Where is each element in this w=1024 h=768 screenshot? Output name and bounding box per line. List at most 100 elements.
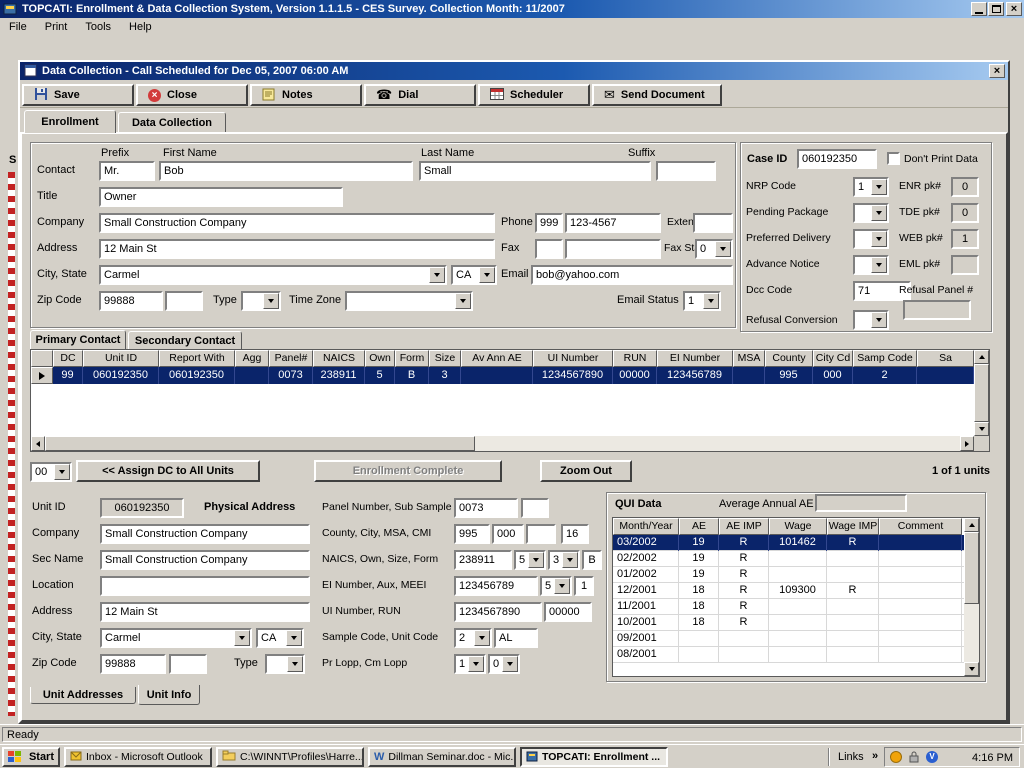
tab-unit-addresses[interactable]: Unit Addresses [30,687,136,704]
taskbar-button-word[interactable]: W Dillman Seminar.doc - Mic... [368,747,516,767]
qui-row[interactable]: 03/200219R101462R [613,535,964,551]
location-input[interactable] [100,576,310,596]
grid-col-dc[interactable]: DC [53,350,83,367]
dropdown-arrow-icon[interactable] [468,656,484,672]
dropdown-arrow-icon[interactable] [455,293,471,309]
send-document-button[interactable]: ✉ Send Document [592,84,722,106]
grid-col-ei-number[interactable]: EI Number [657,350,733,367]
qui-row[interactable]: 11/200118R [613,599,964,615]
grid-col-unit-id[interactable]: Unit ID [83,350,159,367]
tab-secondary-contact[interactable]: Secondary Contact [128,331,242,349]
unit-state-combo[interactable]: CA [256,628,304,648]
grid-col-sa[interactable]: Sa [917,350,974,367]
title-input[interactable] [99,187,343,207]
grid-row[interactable]: 99 060192350 060192350 0073 238911 5 B 3… [31,367,974,384]
zoom-out-button[interactable]: Zoom Out [540,460,632,482]
unit-company-input[interactable] [100,524,310,544]
own-combo[interactable]: 5 [514,550,546,570]
start-button[interactable]: Start [2,747,60,767]
grid-col-ui-number[interactable]: UI Number [533,350,613,367]
state-combo[interactable]: CA [451,265,497,285]
row-selector-arrow-icon[interactable] [31,367,53,384]
advance-notice-combo[interactable] [853,255,889,275]
qui-row[interactable]: 10/200118R [613,615,964,631]
grid-col-agg[interactable]: Agg [235,350,269,367]
cmi-input[interactable] [561,524,589,544]
preferred-delivery-combo[interactable] [853,229,889,249]
sub-sample-input[interactable] [521,498,549,518]
grid-col-size[interactable]: Size [429,350,461,367]
qui-row[interactable]: 12/200118R109300R [613,583,964,599]
grid-col-samp-code[interactable]: Samp Code [853,350,917,367]
grid-col-form[interactable]: Form [395,350,429,367]
qui-col-wage[interactable]: Wage [769,518,827,535]
dial-button[interactable]: ☎ Dial [364,84,476,106]
tab-primary-contact[interactable]: Primary Contact [30,330,126,349]
dropdown-arrow-icon[interactable] [234,630,250,646]
minimize-icon[interactable] [971,2,987,16]
time-zone-combo[interactable] [345,291,473,311]
app-titlebar[interactable]: TOPCATI: Enrollment & Data Collection Sy… [0,0,1024,18]
unit-code-input[interactable] [494,628,538,648]
size-combo[interactable]: 3 [548,550,580,570]
unit-zip-input[interactable] [100,654,166,674]
scroll-left-icon[interactable] [31,436,45,451]
nrp-code-combo[interactable]: 1 [853,177,889,197]
sec-name-input[interactable] [100,550,310,570]
fax-status-combo[interactable]: 0 [695,239,733,259]
unit-zip4-input[interactable] [169,654,207,674]
scroll-down-icon[interactable] [964,662,979,676]
dropdown-arrow-icon[interactable] [871,231,887,247]
tab-enrollment[interactable]: Enrollment [24,110,116,133]
dropdown-arrow-icon[interactable] [871,205,887,221]
county-input[interactable] [454,524,490,544]
zip-input[interactable] [99,291,163,311]
ui-number-input[interactable] [454,602,542,622]
cm-lopp-combo[interactable]: 0 [488,654,520,674]
scheduler-button[interactable]: Scheduler [478,84,590,106]
qui-col-month[interactable]: Month/Year [613,518,679,535]
menu-help[interactable]: Help [120,19,161,35]
qui-col-ae-imp[interactable]: AE IMP [719,518,769,535]
qui-vertical-scrollbar[interactable] [964,518,979,676]
scroll-right-icon[interactable] [960,436,974,451]
grid-col-msa[interactable]: MSA [733,350,765,367]
qui-row[interactable]: 08/2001 [613,647,964,663]
grid-col-city-cd[interactable]: City Cd [813,350,853,367]
ei-number-input[interactable] [454,576,538,596]
dropdown-arrow-icon[interactable] [263,293,279,309]
dont-print-checkbox[interactable] [887,152,900,165]
dropdown-arrow-icon[interactable] [871,312,887,328]
dropdown-arrow-icon[interactable] [528,552,544,568]
dropdown-arrow-icon[interactable] [286,630,302,646]
taskbar-button-topcati[interactable]: TOPCATI: Enrollment ... [520,747,668,767]
scroll-up-icon[interactable] [964,518,979,532]
extension-input[interactable] [693,213,733,233]
dropdown-arrow-icon[interactable] [703,293,719,309]
suffix-input[interactable] [656,161,716,181]
first-name-input[interactable] [159,161,413,181]
scroll-up-icon[interactable] [974,350,989,364]
dropdown-arrow-icon[interactable] [502,656,518,672]
grid-col-report-with[interactable]: Report With [159,350,235,367]
email-input[interactable] [531,265,733,285]
dropdown-arrow-icon[interactable] [871,179,887,195]
type-combo[interactable] [241,291,281,311]
naics-input[interactable] [454,550,512,570]
panel-number-input[interactable] [454,498,518,518]
zip4-input[interactable] [165,291,203,311]
dropdown-arrow-icon[interactable] [479,267,495,283]
fax-area-input[interactable] [535,239,563,259]
dropdown-arrow-icon[interactable] [562,552,578,568]
taskbar-button-folder[interactable]: C:\WINNT\Profiles\Harre... [216,747,364,767]
msa-input[interactable] [526,524,556,544]
tab-data-collection[interactable]: Data Collection [118,112,226,132]
grid-col-av-ann-ae[interactable]: Av Ann AE [461,350,533,367]
tray-outlook-icon[interactable] [890,751,902,763]
qui-row[interactable]: 02/200219R [613,551,964,567]
case-id-input[interactable] [797,149,877,169]
address-input[interactable] [99,239,495,259]
enrollment-complete-button[interactable]: Enrollment Complete [314,460,502,482]
unit-type-combo[interactable] [265,654,305,674]
prefix-input[interactable] [99,161,155,181]
